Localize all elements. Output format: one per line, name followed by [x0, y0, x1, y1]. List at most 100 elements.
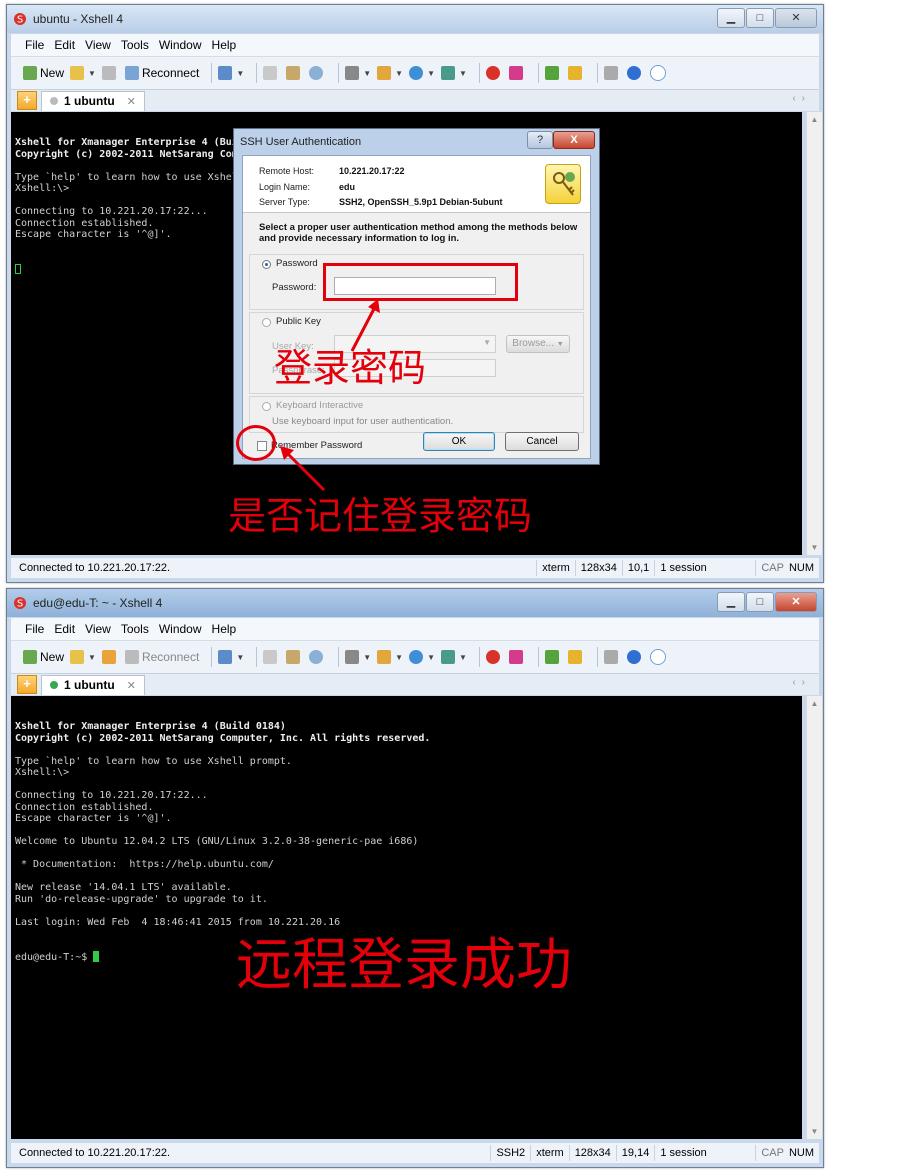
- scroll-up-icon[interactable]: ▲: [807, 696, 822, 711]
- tab-nav-arrows[interactable]: ‹›: [792, 93, 811, 104]
- close-button[interactable]: ✕: [775, 592, 817, 612]
- add-tab-button[interactable]: +: [17, 675, 37, 694]
- tab-nav-arrows[interactable]: ‹›: [792, 677, 811, 688]
- scroll-down-icon[interactable]: ▼: [807, 1124, 822, 1139]
- close-button[interactable]: ✕: [775, 8, 817, 28]
- menu-file[interactable]: File: [25, 622, 44, 636]
- xshell-button[interactable]: [485, 650, 503, 664]
- browse-button[interactable]: Browse... ▼: [506, 335, 570, 353]
- new-session-button[interactable]: New: [23, 650, 64, 664]
- reconnect-button[interactable]: Reconnect: [124, 66, 199, 80]
- print-button[interactable]: ▼: [345, 66, 371, 80]
- help-icon: [626, 650, 641, 664]
- open-button[interactable]: ▼: [70, 650, 96, 664]
- help-button[interactable]: [626, 66, 644, 80]
- print-button[interactable]: ▼: [345, 650, 371, 664]
- xftp-button[interactable]: [508, 650, 526, 664]
- menu-bar: File Edit View Tools Window Help: [11, 618, 819, 641]
- keyboard-button[interactable]: [603, 650, 621, 664]
- folder-icon: [70, 66, 85, 80]
- scroll-down-icon[interactable]: ▼: [807, 540, 822, 555]
- find-button[interactable]: [309, 650, 326, 664]
- globe-button[interactable]: ▼: [409, 66, 435, 80]
- menu-tools[interactable]: Tools: [121, 38, 149, 52]
- properties-button[interactable]: ▼: [218, 66, 244, 80]
- toolbar-separator: [596, 647, 598, 667]
- scroll-up-icon[interactable]: ▲: [807, 112, 822, 127]
- font-button[interactable]: ▼: [441, 650, 467, 664]
- keyboard-radio[interactable]: [262, 402, 271, 411]
- find-button[interactable]: [309, 66, 326, 80]
- title-bar[interactable]: S ubuntu - Xshell 4 ▁ □ ✕: [7, 5, 823, 33]
- menu-tools[interactable]: Tools: [121, 622, 149, 636]
- copy-icon: [263, 66, 278, 80]
- transfer-button[interactable]: ▼: [377, 650, 403, 664]
- paste-button[interactable]: [286, 650, 303, 664]
- menu-edit[interactable]: Edit: [54, 38, 75, 52]
- public-key-radio[interactable]: [262, 318, 271, 327]
- properties-button[interactable]: ▼: [218, 650, 244, 664]
- help-button[interactable]: [626, 650, 644, 664]
- dialog-help-button[interactable]: ?: [527, 131, 553, 149]
- tab-ubuntu[interactable]: 1 ubuntu ✕: [41, 90, 145, 111]
- open-button[interactable]: ▼: [70, 66, 96, 80]
- ok-button[interactable]: OK: [423, 432, 495, 451]
- menu-window[interactable]: Window: [159, 38, 202, 52]
- password-radio[interactable]: [262, 260, 271, 269]
- cancel-button[interactable]: Cancel: [505, 432, 579, 451]
- xshell-button[interactable]: [485, 66, 503, 80]
- menu-help[interactable]: Help: [212, 622, 237, 636]
- maximize-button[interactable]: □: [746, 592, 774, 612]
- terminal-output[interactable]: Xshell for Xmanager Enterprise 4 (Build …: [11, 696, 802, 1139]
- lock-icon: [567, 650, 582, 664]
- session-count: 1 session: [654, 560, 755, 576]
- tab-close-icon[interactable]: ✕: [127, 95, 136, 108]
- server-type-value: SSH2, OpenSSH_5.9p1 Debian-5ubunt: [339, 197, 503, 207]
- layout-button[interactable]: [544, 66, 562, 80]
- transfer-button[interactable]: ▼: [377, 66, 403, 80]
- terminal-scrollbar[interactable]: ▲ ▼: [806, 112, 822, 555]
- new-label: New: [40, 66, 65, 80]
- globe-button[interactable]: ▼: [409, 650, 435, 664]
- chat-button[interactable]: [649, 65, 669, 81]
- lock-button[interactable]: [567, 650, 585, 664]
- disconnect-button[interactable]: [101, 650, 119, 664]
- tab-ubuntu[interactable]: 1 ubuntu ✕: [41, 674, 145, 695]
- maximize-button[interactable]: □: [746, 8, 774, 28]
- layout-icon: [544, 650, 559, 664]
- minimize-button[interactable]: ▁: [717, 592, 745, 612]
- menu-view[interactable]: View: [85, 38, 111, 52]
- dialog-close-button[interactable]: X: [553, 131, 595, 149]
- chat-button[interactable]: [649, 649, 669, 665]
- tab-status-icon: [50, 681, 58, 689]
- reconnect-button[interactable]: Reconnect: [124, 650, 199, 664]
- menu-help[interactable]: Help: [212, 38, 237, 52]
- menu-window[interactable]: Window: [159, 622, 202, 636]
- terminal-scrollbar[interactable]: ▲ ▼: [806, 696, 822, 1139]
- new-session-button[interactable]: New: [23, 66, 64, 80]
- terminal-type: xterm: [536, 560, 575, 576]
- keyboard-button[interactable]: [603, 66, 621, 80]
- copy-button[interactable]: [263, 650, 280, 664]
- title-bar[interactable]: S edu@edu-T: ~ - Xshell 4 ▁ □ ✕: [7, 589, 823, 617]
- copy-button[interactable]: [263, 66, 280, 80]
- reconnect-icon: [124, 650, 139, 664]
- add-tab-button[interactable]: +: [17, 91, 37, 110]
- reconnect-icon: [124, 66, 139, 80]
- font-button[interactable]: ▼: [441, 66, 467, 80]
- lock-button[interactable]: [567, 66, 585, 80]
- menu-edit[interactable]: Edit: [54, 622, 75, 636]
- disconnect-button[interactable]: [101, 66, 119, 80]
- connection-info: Remote Host: 10.221.20.17:22 Login Name:…: [243, 156, 590, 213]
- paste-button[interactable]: [286, 66, 303, 80]
- keyboard-group: Keyboard Interactive Use keyboard input …: [249, 396, 584, 433]
- menu-view[interactable]: View: [85, 622, 111, 636]
- xftp-button[interactable]: [508, 66, 526, 80]
- new-session-icon: [23, 66, 37, 80]
- tab-close-icon[interactable]: ✕: [127, 679, 136, 692]
- layout-button[interactable]: [544, 650, 562, 664]
- minimize-button[interactable]: ▁: [717, 8, 745, 28]
- menu-file[interactable]: File: [25, 38, 44, 52]
- globe-icon: [409, 66, 424, 80]
